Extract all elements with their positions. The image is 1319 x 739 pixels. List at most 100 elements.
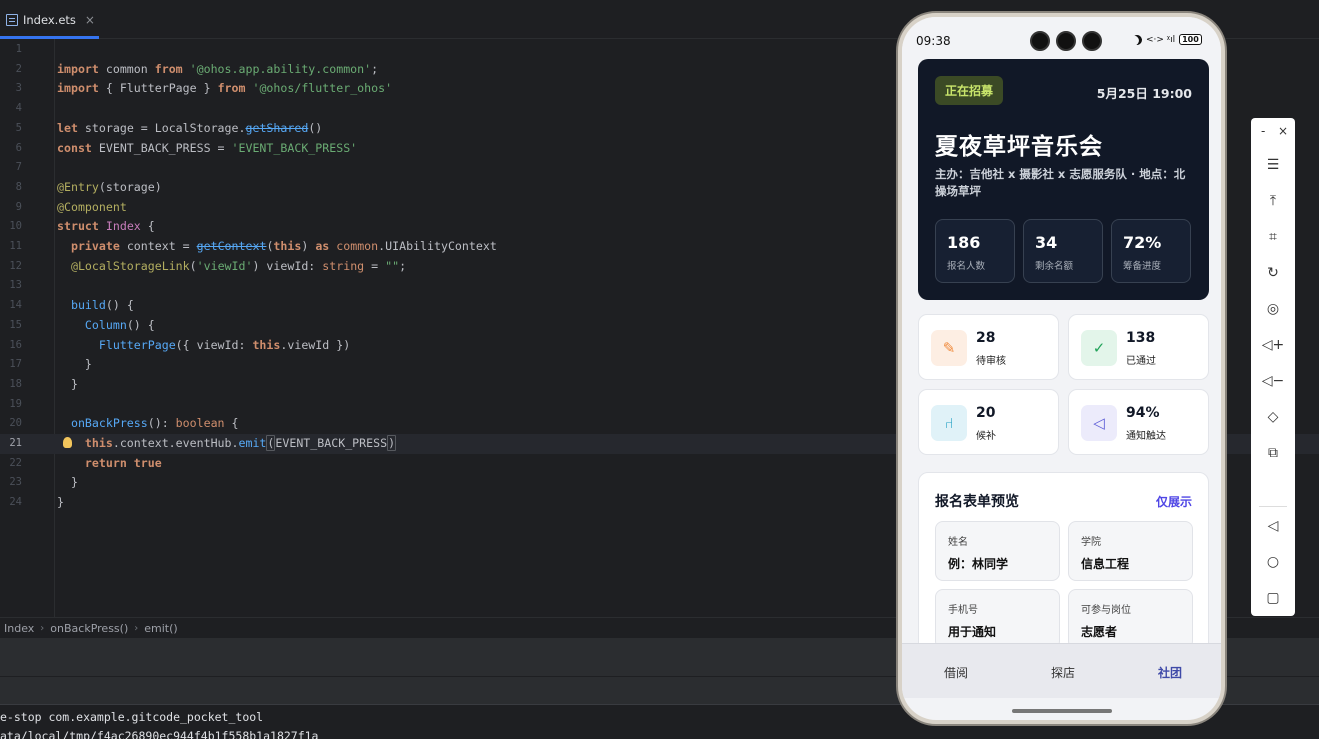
breadcrumb-item[interactable]: onBackPress(): [50, 622, 128, 635]
stat-value: 186: [947, 233, 981, 252]
stat-value: 72%: [1123, 233, 1162, 252]
stat-value: 34: [1035, 233, 1058, 252]
megaphone-icon: ◁: [1081, 405, 1117, 441]
form-display-only-link[interactable]: 仅展示: [1156, 493, 1192, 510]
tab-index-ets[interactable]: Index.ets ×: [0, 0, 99, 39]
terminal-line: ata/local/tmp/f4ac26890ec944f4b1f558b1a1…: [0, 729, 319, 739]
card-waitlist[interactable]: ⑁ 20 候补: [918, 389, 1059, 455]
multi-device-icon[interactable]: ⧉: [1263, 443, 1283, 463]
code-text: FlutterPage({ viewId: this.viewId }): [98, 337, 351, 352]
line-number: 5: [15, 121, 22, 134]
line-number: 4: [15, 102, 22, 115]
volume-up-icon[interactable]: ◁+: [1262, 335, 1285, 355]
line-number: 21: [9, 437, 22, 449]
event-subtitle: 主办：吉他社 x 摄影社 x 志愿服务队 · 地点：北操场草坪: [935, 167, 1186, 198]
card-value: 138: [1126, 330, 1156, 346]
code-text: let storage = LocalStorage.getShared(): [57, 120, 323, 135]
toolbar-divider: [1259, 506, 1287, 507]
form-title: 报名表单预览: [935, 494, 1019, 510]
line-number: 19: [9, 397, 22, 410]
code-text: }: [57, 376, 78, 391]
card-pending[interactable]: ✎ 28 待审核: [918, 314, 1059, 380]
stat-signups: 186 报名人数: [935, 219, 1015, 283]
line-number: 22: [9, 456, 22, 469]
shake-icon[interactable]: ◇: [1263, 407, 1283, 427]
crop-icon[interactable]: ⌗: [1263, 227, 1283, 247]
event-hero-card: 正在招募 5月25日 19:00 夏夜草坪音乐会 主办：吉他社 x 摄影社 x …: [918, 59, 1209, 300]
field-college[interactable]: 学院 信息工程: [1068, 521, 1193, 581]
code-text: private context = getContext(this) as co…: [70, 239, 497, 253]
lightbulb-icon[interactable]: [63, 437, 72, 448]
line-number: 8: [15, 180, 22, 193]
line-number: 1: [15, 43, 22, 55]
card-approved[interactable]: ✓ 138 已通过: [1068, 314, 1209, 380]
card-label: 候补: [976, 431, 996, 442]
line-number: 15: [9, 318, 22, 331]
field-name[interactable]: 姓名 例：林同学: [935, 521, 1060, 581]
pen-icon: ✎: [931, 330, 967, 366]
stat-label: 报名人数: [947, 261, 986, 272]
field-phone[interactable]: 手机号 用于通知: [935, 589, 1060, 649]
line-number: 2: [15, 62, 22, 75]
phone-screen[interactable]: 09:38 <·> ᵡıl 100 正在招募 5月25日 19:00 夏夜草坪音…: [902, 17, 1221, 720]
card-value: 20: [976, 405, 996, 421]
status-time: 09:38: [916, 34, 951, 48]
tab-borrow[interactable]: 借阅: [944, 664, 968, 681]
status-badge: 正在招募: [935, 76, 1004, 105]
line-number: 6: [15, 141, 22, 154]
event-title: 夏夜草坪音乐会: [935, 134, 1103, 160]
code-text: @Entry(storage): [57, 179, 162, 194]
close-button[interactable]: ×: [1278, 124, 1288, 138]
seat-icon: ⑁: [931, 405, 967, 441]
card-label: 待审核: [976, 356, 1006, 367]
breadcrumb-item[interactable]: Index: [4, 622, 34, 635]
line-number: 11: [9, 240, 22, 252]
field-value: 用于通知: [948, 625, 997, 639]
recents-icon[interactable]: ▢: [1263, 588, 1283, 608]
code-text: this.context.eventHub.emit(EVENT_BACK_PR…: [84, 435, 397, 451]
breadcrumb-item[interactable]: emit(): [144, 622, 177, 635]
field-value: 例：林同学: [948, 557, 1009, 571]
tab-close-icon[interactable]: ×: [85, 13, 95, 27]
line-number: 16: [9, 338, 22, 351]
camera-icon: [1030, 31, 1050, 51]
pin-top-icon[interactable]: ⤒: [1263, 191, 1283, 211]
line-number: 13: [9, 279, 22, 292]
breadcrumb-separator: ›: [40, 622, 45, 634]
signal-icon: <·> ᵡıl: [1146, 34, 1176, 45]
field-role[interactable]: 可参与岗位 志愿者: [1068, 589, 1193, 649]
code-text: return true: [84, 455, 162, 470]
line-number: 12: [9, 259, 22, 272]
bottom-tab-nav: 借阅 探店 社团: [902, 643, 1221, 698]
screenshot-icon[interactable]: ◎: [1263, 299, 1283, 319]
line-number: 17: [9, 358, 22, 371]
file-icon: [6, 13, 18, 26]
stat-remaining: 34 剩余名额: [1023, 219, 1103, 283]
volume-down-icon[interactable]: ◁−: [1262, 371, 1285, 391]
check-badge-icon: ✓: [1081, 330, 1117, 366]
tab-explore-shops[interactable]: 探店: [1051, 664, 1075, 681]
card-label: 已通过: [1126, 356, 1156, 367]
code-text: const EVENT_BACK_PRESS = 'EVENT_BACK_PRE…: [57, 140, 358, 155]
code-text: import common from '@ohos.app.ability.co…: [57, 61, 379, 76]
code-text: onBackPress(): boolean {: [70, 416, 239, 431]
emulator-toolbar: - × ☰ ⤒ ⌗ ↻ ◎ ◁+ ◁− ◇ ⧉ ◁ ○ ▢: [1251, 118, 1295, 616]
line-number: 14: [9, 299, 22, 312]
menu-icon[interactable]: ☰: [1263, 155, 1283, 175]
rotate-icon[interactable]: ↻: [1263, 263, 1283, 283]
code-text: struct Index {: [57, 219, 155, 234]
stat-progress: 72% 筹备进度: [1111, 219, 1191, 283]
code-text: }: [57, 475, 78, 490]
field-label: 手机号: [948, 605, 978, 616]
home-indicator[interactable]: [1012, 709, 1112, 713]
card-value: 28: [976, 330, 996, 346]
card-notify-reach[interactable]: ◁ 94% 通知触达: [1068, 389, 1209, 455]
code-text: @Component: [57, 199, 127, 214]
code-text: }: [57, 357, 92, 372]
stat-label: 筹备进度: [1123, 261, 1162, 272]
tab-label: Index.ets: [23, 12, 76, 27]
tab-clubs[interactable]: 社团: [1158, 664, 1182, 681]
back-icon[interactable]: ◁: [1263, 516, 1283, 536]
home-icon[interactable]: ○: [1263, 552, 1283, 572]
minimize-button[interactable]: -: [1261, 124, 1265, 138]
